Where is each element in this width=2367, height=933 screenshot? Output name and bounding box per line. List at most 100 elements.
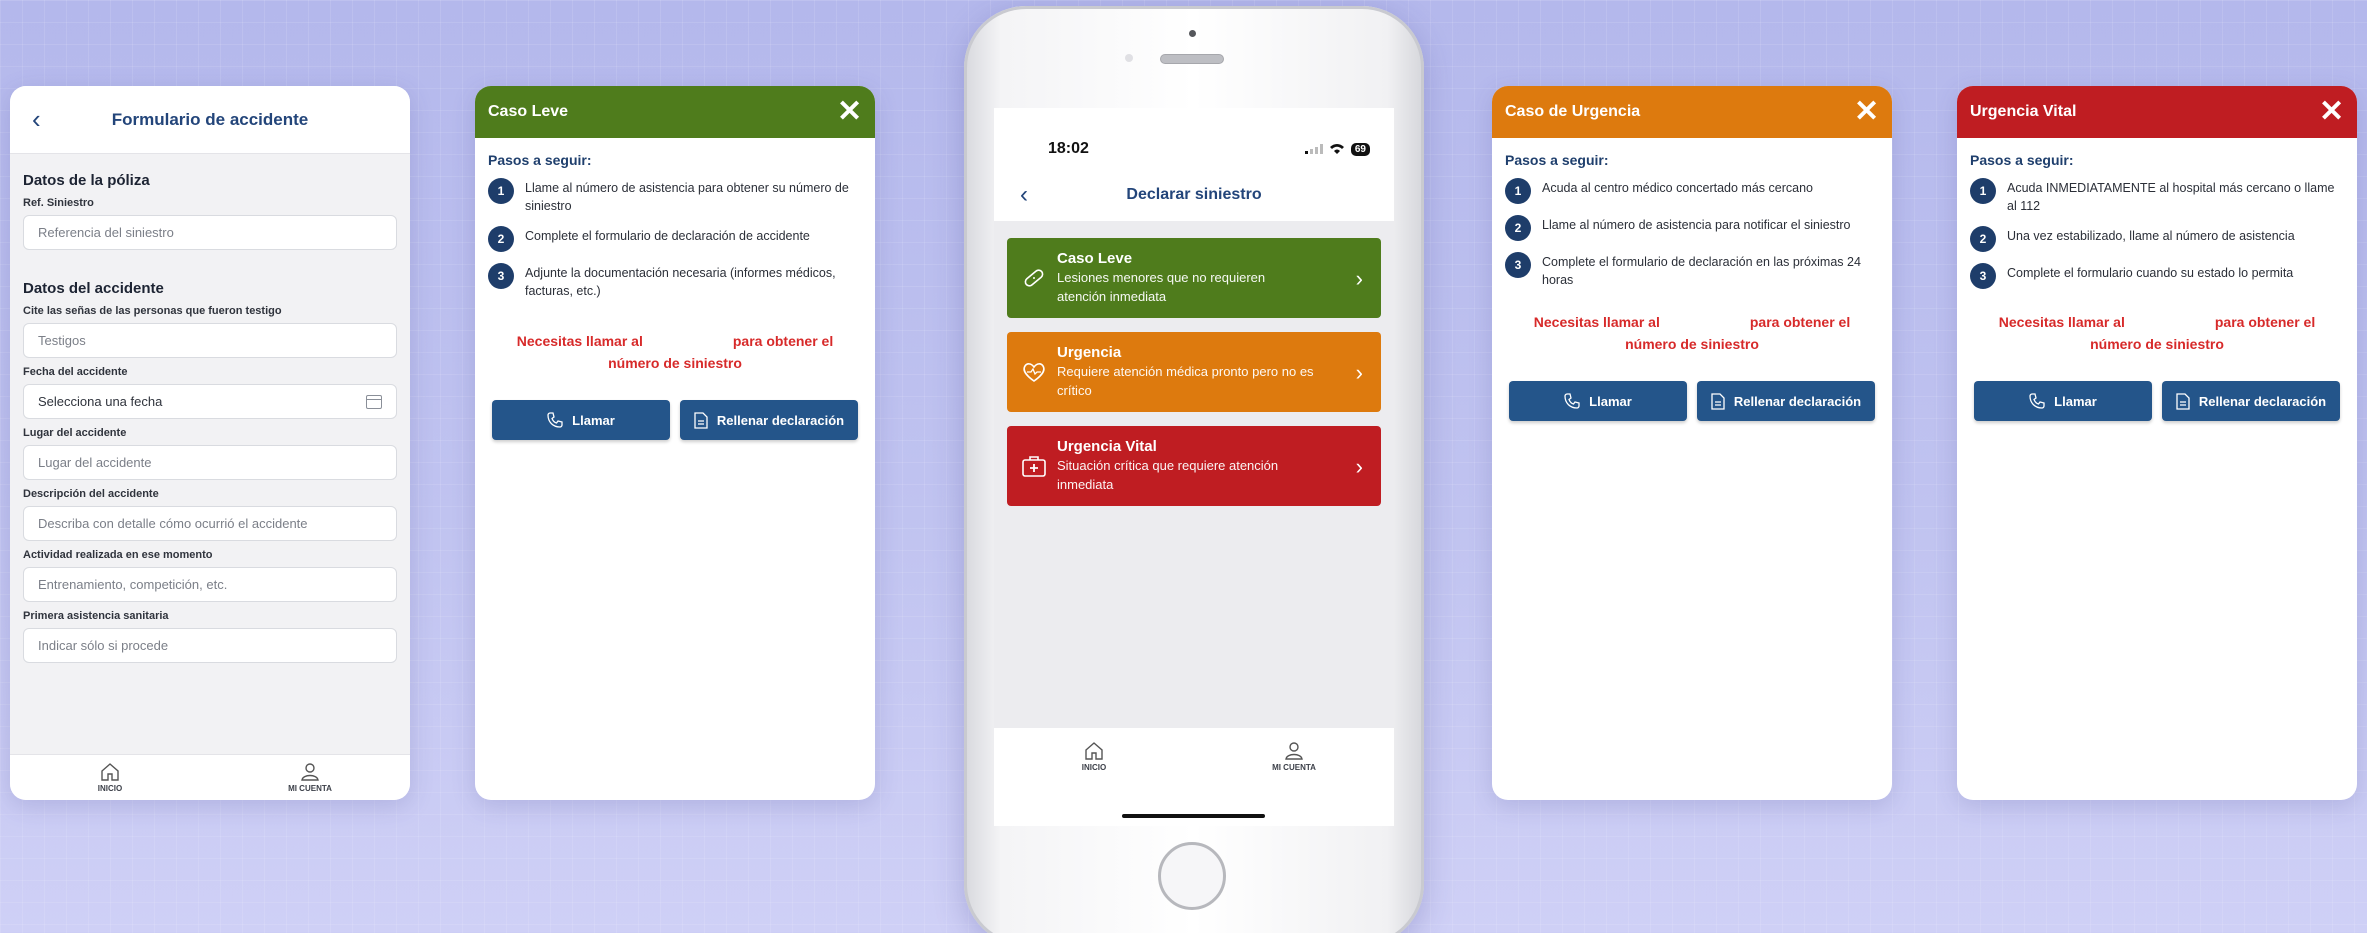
status-bar: 18:02 69 — [994, 108, 1394, 168]
option-title: Caso Leve — [1057, 250, 1133, 267]
screen-title: Declarar siniestro — [1126, 185, 1262, 203]
date-label: Fecha del accidente — [23, 366, 128, 378]
activity-label: Actividad realizada en ese momento — [23, 549, 213, 561]
tab-account-label: MI CUENTA — [1272, 763, 1316, 772]
modal-body: Pasos a seguir: 1 Acuda INMEDIATAMENTE al… — [1957, 138, 2357, 421]
accident-form-screen: ‹ Formulario de accidente Datos de la pó… — [10, 86, 410, 800]
steps-title: Pasos a seguir: — [1970, 152, 2074, 168]
document-icon — [694, 411, 708, 429]
option-urgencia-vital[interactable]: Urgencia Vital Situación crítica que req… — [1007, 426, 1381, 506]
modal-urgencia-vital: Urgencia Vital ✕ Pasos a seguir: 1 Acuda … — [1957, 86, 2357, 800]
medical-kit-icon — [1021, 455, 1047, 477]
step-1: 1 Acuda al centro médico concertado más c… — [1505, 178, 1879, 204]
step-2: 2 Una vez estabilizado, llame al número d… — [1970, 226, 2344, 252]
tab-account[interactable]: MI CUENTA — [1234, 742, 1354, 772]
tab-home-label: INICIO — [97, 783, 123, 793]
notice-part-b: para obtener el — [2214, 314, 2316, 330]
step-number: 2 — [1505, 215, 1531, 241]
fill-declaration-button[interactable]: Rellenar declaración — [1697, 381, 1875, 421]
step-1: 1 Llame al número de asistencia para obte… — [488, 178, 862, 215]
description-input[interactable]: Describa con detalle cómo ocurrió el acc… — [23, 506, 397, 541]
step-number: 3 — [488, 263, 514, 289]
home-icon — [1085, 742, 1103, 760]
description-label: Descripción del accidente — [23, 488, 159, 500]
phone-icon — [2029, 393, 2045, 409]
fill-declaration-button[interactable]: Rellenar declaración — [2162, 381, 2340, 421]
phone-icon — [547, 412, 563, 428]
form-title: Formulario de accidente — [111, 109, 309, 129]
back-chevron-icon[interactable]: ‹ — [1020, 181, 1028, 209]
option-description: Lesiones menores que no requieren atenci… — [1057, 270, 1266, 304]
call-notice: Necesitas llamar al para obtener el númer… — [494, 330, 856, 374]
action-buttons: Llamar Rellenar declaración — [1505, 381, 1879, 421]
option-description: Situación crítica que requiere atención … — [1057, 458, 1279, 492]
call-button[interactable]: Llamar — [1509, 381, 1687, 421]
fill-declaration-button[interactable]: Rellenar declaración — [680, 400, 858, 440]
bottom-tab-bar: INICIO MI CUENTA — [994, 728, 1394, 786]
user-icon — [301, 762, 319, 781]
tab-home-label: INICIO — [1081, 763, 1107, 772]
step-text: Complete el formulario de declaración de… — [525, 229, 810, 243]
step-text: Acuda INMEDIATAMENTE al hospital más cer… — [2007, 181, 2335, 213]
section-policy-title: Datos de la póliza — [23, 172, 150, 189]
step-number: 1 — [1505, 178, 1531, 204]
witness-input[interactable]: Testigos — [23, 323, 397, 358]
call-notice: Necesitas llamar al para obtener el númer… — [1976, 311, 2338, 355]
signal-icon — [1304, 144, 1323, 154]
status-icons: 69 — [1304, 142, 1370, 156]
option-title: Urgencia Vital — [1057, 438, 1157, 455]
option-caso-leve[interactable]: Caso Leve Lesiones menores que no requie… — [1007, 238, 1381, 318]
step-3: 3 Complete el formulario de declaración e… — [1505, 252, 1879, 289]
call-button-label: Llamar — [572, 412, 615, 428]
tab-home[interactable]: INICIO — [1034, 742, 1154, 772]
modal-header: Caso Leve ✕ — [475, 86, 875, 138]
document-icon — [2176, 392, 2190, 410]
step-text: Llame al número de asistencia para obten… — [525, 181, 849, 213]
ref-input[interactable]: Referencia del siniestro — [23, 215, 397, 250]
step-text: Acuda al centro médico concertado más ce… — [1542, 181, 1813, 195]
bandage-icon — [1021, 265, 1047, 291]
option-urgencia[interactable]: Urgencia Requiere atención médica pronto… — [1007, 332, 1381, 412]
front-camera — [1189, 30, 1196, 37]
modal-body: Pasos a seguir: 1 Llame al número de asis… — [475, 138, 875, 440]
activity-input[interactable]: Entrenamiento, competición, etc. — [23, 567, 397, 602]
call-button[interactable]: Llamar — [1974, 381, 2152, 421]
place-input[interactable]: Lugar del accidente — [23, 445, 397, 480]
step-text: Una vez estabilizado, llame al número de… — [2007, 229, 2295, 243]
step-number: 3 — [1505, 252, 1531, 278]
close-icon[interactable]: ✕ — [837, 97, 862, 127]
heart-pulse-icon — [1021, 361, 1047, 383]
step-number: 1 — [488, 178, 514, 204]
back-chevron-icon[interactable]: ‹ — [32, 106, 41, 132]
first-aid-label: Primera asistencia sanitaria — [23, 610, 169, 622]
fill-button-label: Rellenar declaración — [716, 412, 845, 428]
phone-screen: 18:02 69 ‹ Declarar siniestro Caso Leve … — [994, 108, 1394, 826]
date-picker[interactable]: Selecciona una fecha — [23, 384, 397, 419]
call-button[interactable]: Llamar — [492, 400, 670, 440]
calendar-icon[interactable] — [366, 395, 382, 409]
notice-part-b: para obtener el — [1749, 314, 1851, 330]
modal-caso-urgencia: Caso de Urgencia ✕ Pasos a seguir: 1 Acud… — [1492, 86, 1892, 800]
step-3: 3 Adjunte la documentación necesaria (inf… — [488, 263, 862, 300]
notice-part-a: Necesitas llamar al — [516, 333, 643, 349]
step-text: Complete el formulario cuando su estado … — [2007, 266, 2294, 280]
notice-part-a: Necesitas llamar al — [1533, 314, 1660, 330]
tab-account[interactable]: MI CUENTA — [250, 762, 370, 793]
tab-home[interactable]: INICIO — [50, 762, 170, 793]
option-title: Urgencia — [1057, 344, 1122, 361]
chevron-right-icon: › — [1355, 266, 1363, 291]
tab-account-label: MI CUENTA — [288, 783, 332, 793]
home-icon — [101, 762, 119, 781]
modal-title: Urgencia Vital — [1970, 103, 2077, 120]
chevron-right-icon: › — [1355, 360, 1363, 385]
notice-part-c: número de siniestro — [1625, 336, 1759, 352]
step-text: Llame al número de asistencia para notif… — [1542, 218, 1851, 232]
close-icon[interactable]: ✕ — [2319, 97, 2344, 127]
notice-part-b: para obtener el — [732, 333, 834, 349]
first-aid-input[interactable]: Indicar sólo si procede — [23, 628, 397, 663]
close-icon[interactable]: ✕ — [1854, 97, 1879, 127]
home-indicator[interactable] — [1122, 814, 1265, 818]
fill-button-label: Rellenar declaración — [1733, 393, 1862, 409]
home-button[interactable] — [1158, 842, 1226, 910]
step-2: 2 Llame al número de asistencia para noti… — [1505, 215, 1879, 241]
